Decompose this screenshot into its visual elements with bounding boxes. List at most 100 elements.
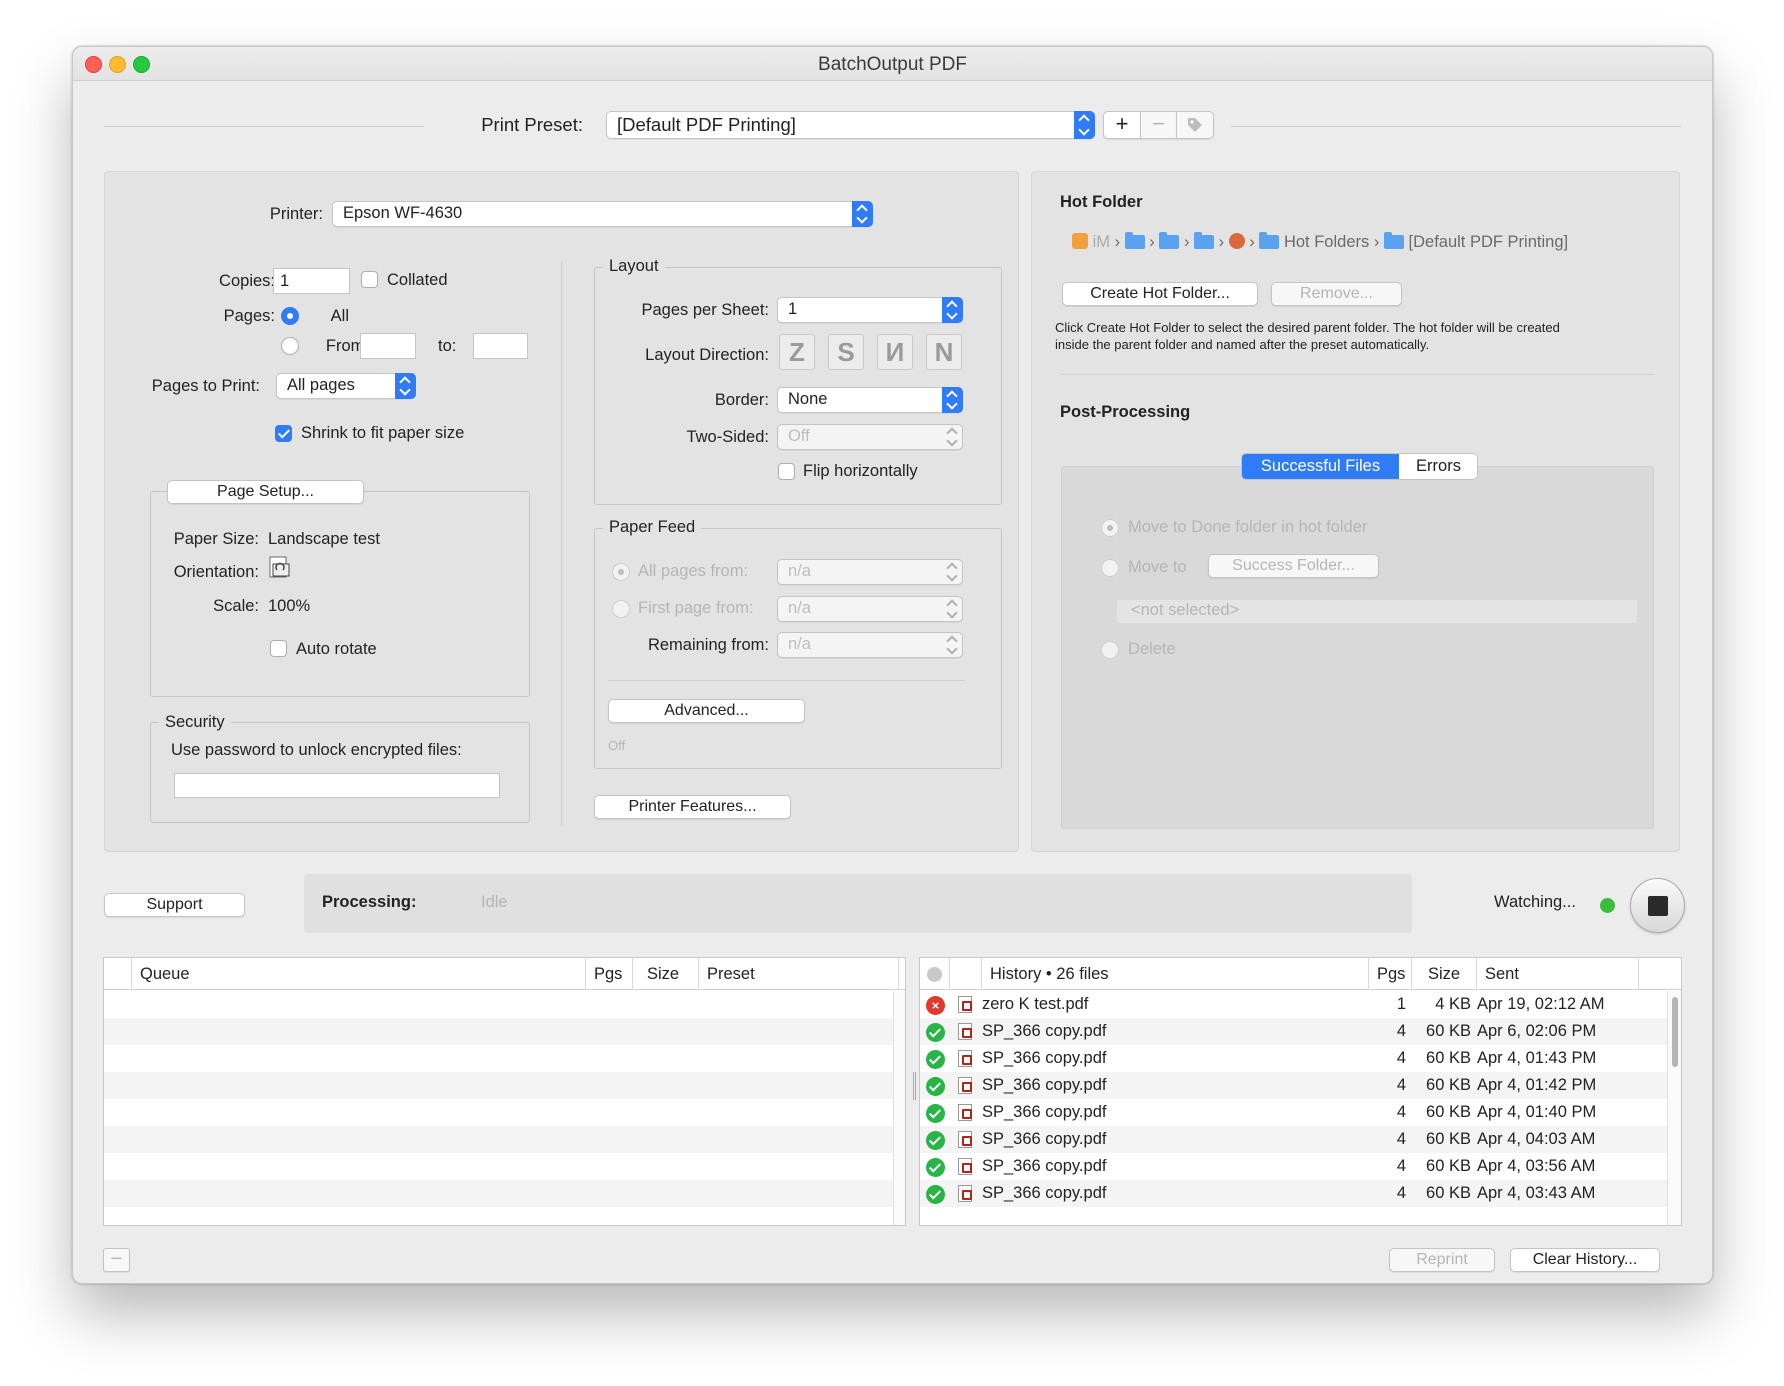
- remove-preset-button[interactable]: −: [1140, 111, 1177, 139]
- sent-cell: Apr 19, 02:12 AM: [1477, 995, 1605, 1013]
- history-column-sent[interactable]: Sent: [1477, 958, 1639, 990]
- queue-empty-row: [104, 1126, 905, 1153]
- watching-label: Watching...: [1494, 893, 1576, 911]
- tab-errors[interactable]: Errors: [1399, 454, 1477, 479]
- history-header: History • 26 files Pgs Size Sent: [920, 958, 1681, 990]
- folder-icon: [1259, 232, 1280, 249]
- pages-from-radio[interactable]: [281, 337, 299, 355]
- reprint-button[interactable]: Reprint: [1389, 1248, 1495, 1272]
- sent-cell: Apr 4, 03:43 AM: [1477, 1184, 1596, 1202]
- flip-horizontally-label: Flip horizontally: [803, 462, 918, 480]
- move-to-radio[interactable]: [1101, 559, 1119, 577]
- delete-radio[interactable]: [1101, 641, 1119, 659]
- printer-features-button[interactable]: Printer Features...: [594, 795, 791, 819]
- history-column-pgs[interactable]: Pgs: [1369, 958, 1412, 990]
- queue-scrollbar[interactable]: [893, 991, 905, 1225]
- queue-column-pgs[interactable]: Pgs: [586, 958, 633, 990]
- remove-hot-folder-button[interactable]: Remove...: [1271, 282, 1402, 306]
- success-status-icon: [926, 1077, 945, 1096]
- processing-label: Processing:: [322, 893, 417, 911]
- table-row[interactable]: SP_366 copy.pdf 4 60 KB Apr 4, 01:43 PM: [920, 1045, 1667, 1072]
- first-page-from-select[interactable]: n/a: [777, 596, 963, 622]
- landscape-orientation-icon: [269, 556, 290, 578]
- stop-watching-button[interactable]: [1630, 878, 1685, 933]
- queue-column-preset[interactable]: Preset: [699, 958, 899, 990]
- remaining-from-value: n/a: [788, 635, 811, 653]
- security-title: Security: [159, 713, 231, 732]
- tag-preset-button[interactable]: [1176, 111, 1214, 139]
- clear-history-button[interactable]: Clear History...: [1510, 1248, 1660, 1272]
- copies-field[interactable]: 1: [273, 268, 350, 294]
- preset-select[interactable]: [Default PDF Printing]: [606, 111, 1095, 139]
- size-cell: 60 KB: [1426, 1157, 1471, 1175]
- create-hot-folder-button[interactable]: Create Hot Folder...: [1062, 282, 1258, 306]
- pages-from-field[interactable]: [360, 333, 416, 359]
- watching-status-dot: [1600, 898, 1615, 913]
- pages-to-print-select[interactable]: All pages: [276, 373, 416, 399]
- success-folder-button[interactable]: Success Folder...: [1208, 554, 1379, 578]
- selected-folder-value: <not selected>: [1131, 601, 1240, 619]
- collated-checkbox[interactable]: [361, 271, 378, 288]
- divider: [104, 126, 424, 127]
- first-page-from-label: First page from:: [638, 599, 754, 617]
- direction-z-icon[interactable]: Z: [779, 334, 815, 370]
- history-scrollbar-thumb[interactable]: [1672, 997, 1678, 1067]
- pages-cell: 4: [1396, 1130, 1406, 1148]
- success-status-icon: [926, 1050, 945, 1069]
- table-row[interactable]: × zero K test.pdf 1 4 KB Apr 19, 02:12 AM: [920, 991, 1667, 1018]
- history-status-column[interactable]: [920, 958, 950, 990]
- add-preset-button[interactable]: +: [1103, 111, 1141, 139]
- printer-select[interactable]: Epson WF-4630: [332, 201, 873, 227]
- layout-direction-label: Layout Direction:: [645, 346, 769, 364]
- remaining-from-select[interactable]: n/a: [777, 632, 963, 658]
- all-pages-from-select[interactable]: n/a: [777, 559, 963, 585]
- table-row[interactable]: SP_366 copy.pdf 4 60 KB Apr 4, 01:40 PM: [920, 1099, 1667, 1126]
- divider: [1231, 126, 1681, 127]
- collated-label: Collated: [387, 271, 448, 289]
- auto-rotate-checkbox[interactable]: [270, 640, 287, 657]
- security-password-field[interactable]: [174, 773, 500, 798]
- direction-reverse-n-icon[interactable]: И: [877, 334, 913, 370]
- all-pages-from-radio[interactable]: [612, 563, 630, 581]
- move-to-done-radio[interactable]: [1101, 519, 1119, 537]
- remove-queue-item-button[interactable]: −: [103, 1248, 130, 1272]
- table-row[interactable]: SP_366 copy.pdf 4 60 KB Apr 4, 04:03 AM: [920, 1126, 1667, 1153]
- pages-all-radio[interactable]: [281, 307, 299, 325]
- support-button[interactable]: Support: [104, 893, 245, 917]
- queue-header-spacer: [104, 958, 132, 990]
- size-cell: 60 KB: [1426, 1184, 1471, 1202]
- printer-value: Epson WF-4630: [343, 204, 463, 222]
- pdf-file-icon: [958, 1077, 972, 1094]
- shrink-to-fit-checkbox[interactable]: [275, 425, 292, 442]
- border-select[interactable]: None: [777, 387, 963, 413]
- page-setup-button[interactable]: Page Setup...: [167, 480, 364, 504]
- table-row[interactable]: SP_366 copy.pdf 4 60 KB Apr 4, 03:43 AM: [920, 1180, 1667, 1207]
- flip-horizontally-checkbox[interactable]: [778, 463, 795, 480]
- post-processing-tabs: Successful Files Errors: [1241, 453, 1478, 480]
- direction-n-icon[interactable]: N: [926, 334, 962, 370]
- table-row[interactable]: SP_366 copy.pdf 4 60 KB Apr 6, 02:06 PM: [920, 1018, 1667, 1045]
- history-column-size[interactable]: Size: [1412, 958, 1477, 990]
- advanced-status: Off: [608, 738, 626, 753]
- pages-to-field[interactable]: [473, 333, 528, 359]
- table-row[interactable]: SP_366 copy.pdf 4 60 KB Apr 4, 03:56 AM: [920, 1153, 1667, 1180]
- history-scrollbar[interactable]: [1667, 991, 1681, 1225]
- queue-empty-row: [104, 1072, 905, 1099]
- pages-cell: 4: [1396, 1022, 1406, 1040]
- queue-column-size[interactable]: Size: [633, 958, 699, 990]
- table-row[interactable]: SP_366 copy.pdf 4 60 KB Apr 4, 01:42 PM: [920, 1072, 1667, 1099]
- first-page-from-radio[interactable]: [612, 600, 630, 618]
- direction-s-icon[interactable]: S: [828, 334, 864, 370]
- advanced-button[interactable]: Advanced...: [608, 699, 805, 723]
- preset-value: [Default PDF Printing]: [617, 114, 796, 135]
- tab-successful-files[interactable]: Successful Files: [1242, 454, 1399, 479]
- size-cell: 60 KB: [1426, 1076, 1471, 1094]
- queue-column-name[interactable]: Queue: [132, 958, 586, 990]
- history-column-name[interactable]: History • 26 files: [982, 958, 1369, 990]
- pages-per-sheet-select[interactable]: 1: [777, 297, 963, 323]
- queue-header: Queue Pgs Size Preset: [104, 958, 905, 990]
- paper-size-label: Paper Size:: [173, 530, 259, 548]
- two-sided-select[interactable]: Off: [777, 424, 963, 450]
- split-view-handle[interactable]: [913, 1072, 916, 1100]
- remaining-from-label: Remaining from:: [647, 636, 769, 654]
